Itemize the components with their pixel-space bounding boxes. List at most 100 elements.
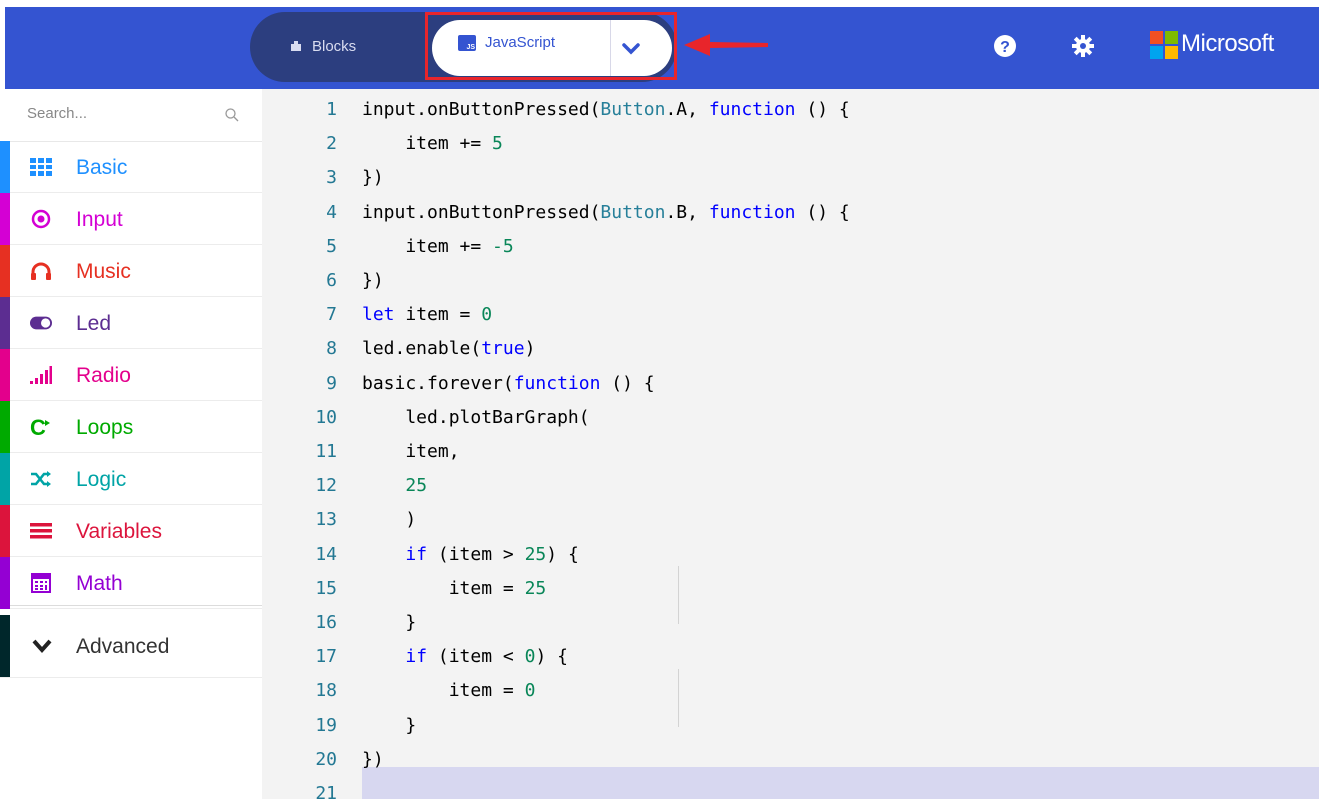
category-music[interactable]: Music [0, 245, 262, 297]
category-label: Radio [76, 364, 131, 387]
line-number: 2 [326, 133, 337, 155]
code-text: if (item < 0) { [405, 646, 568, 668]
category-label: Input [76, 208, 123, 231]
microsoft-brand-text[interactable]: Microsoft [1181, 30, 1274, 58]
category-loops[interactable]: C Loops [0, 401, 262, 453]
category-input[interactable]: Input [0, 193, 262, 245]
line-number: 18 [315, 680, 337, 702]
microsoft-logo-icon [1150, 31, 1178, 59]
code-line[interactable]: 17 if (item < 0) { [262, 640, 1319, 674]
code-line[interactable]: 8 led.enable(true) [262, 332, 1319, 366]
code-line[interactable]: 12 25 [262, 469, 1319, 503]
code-text: item += -5 [362, 235, 514, 257]
code-line[interactable]: 19 } [262, 709, 1319, 743]
code-line[interactable]: 5 item += -5 [262, 230, 1319, 264]
line-number: 10 [315, 406, 337, 428]
category-logic[interactable]: Logic [0, 453, 262, 505]
code-line[interactable]: 21 [262, 777, 1319, 811]
code-line[interactable]: 6}) [262, 264, 1319, 298]
code-line[interactable]: 18 item = 0 [262, 674, 1319, 708]
category-label: Basic [76, 156, 128, 179]
line-number: 13 [315, 509, 337, 531]
svg-text:C: C [30, 417, 46, 437]
category-math[interactable]: Math [0, 557, 262, 609]
javascript-tab-label: JavaScript [485, 34, 556, 51]
code-line[interactable]: 1 input.onButtonPressed(Button.A, functio… [262, 93, 1319, 127]
help-icon[interactable]: ? [993, 34, 1017, 58]
code-line[interactable]: 9 basic.forever(function () { [262, 367, 1319, 401]
grid-icon [30, 156, 52, 178]
code-text: item, [362, 441, 460, 462]
code-text: ) [362, 509, 417, 531]
code-line[interactable]: 16 } [262, 606, 1319, 640]
line-number: 17 [315, 646, 337, 668]
code-text: item = 0 [362, 680, 536, 702]
svg-text:?: ? [1000, 39, 1010, 56]
line-number: 9 [326, 372, 337, 394]
language-dropdown-button[interactable] [618, 36, 644, 60]
code-text: }) [362, 270, 384, 291]
code-line[interactable]: 13 ) [262, 503, 1319, 537]
category-advanced[interactable]: Advanced [0, 615, 262, 678]
category-color-bar [0, 193, 10, 245]
signal-bars-icon [30, 364, 52, 386]
category-color-bar [0, 557, 10, 609]
code-text: } [362, 612, 417, 633]
code-line[interactable]: 10 led.plotBarGraph( [262, 401, 1319, 435]
list-icon [30, 520, 52, 542]
line-number: 12 [315, 475, 337, 497]
category-color-bar [0, 615, 10, 677]
top-menu-bar: Blocks JavaScript ? Microsoft [0, 0, 1319, 89]
gear-icon[interactable] [1071, 34, 1095, 58]
code-line[interactable]: 14 if (item > 25) { [262, 538, 1319, 572]
code-text: input.onButtonPressed(Button.A, function… [362, 99, 850, 120]
code-line[interactable]: 15 item = 25 [262, 572, 1319, 606]
code-line[interactable]: 3}) [262, 161, 1319, 195]
code-text: 25 [405, 475, 428, 497]
category-variables[interactable]: Variables [0, 505, 262, 557]
code-line[interactable]: 7 let item = 0 [262, 298, 1319, 332]
javascript-tab-content[interactable]: JavaScript [458, 34, 555, 51]
code-text: item = 25 [362, 577, 547, 599]
category-label: Advanced [76, 635, 170, 658]
search-icon[interactable] [224, 107, 240, 123]
toggle-icon [30, 312, 52, 334]
chevron-down-icon [32, 639, 52, 654]
code-line[interactable]: 4 input.onButtonPressed(Button.B, functio… [262, 196, 1319, 230]
line-number: 1 [326, 99, 337, 120]
category-label: Loops [76, 416, 134, 439]
category-color-bar [0, 505, 10, 557]
javascript-icon [458, 34, 476, 51]
code-text: let item = 0 [362, 304, 493, 326]
search-input[interactable]: Search... [27, 105, 87, 122]
line-number: 5 [326, 235, 337, 257]
code-line[interactable]: 11 item, [262, 435, 1319, 469]
line-number: 16 [315, 612, 337, 633]
code-text: led.plotBarGraph( [362, 406, 590, 428]
code-text: } [362, 714, 417, 736]
category-color-bar [0, 297, 10, 349]
line-number: 19 [315, 714, 337, 736]
category-basic[interactable]: Basic [0, 141, 262, 193]
category-led[interactable]: Led [0, 297, 262, 349]
line-number: 3 [326, 167, 337, 189]
code-text: basic.forever(function () { [362, 372, 655, 394]
category-color-bar [0, 349, 10, 401]
code-text: if (item > 25) { [405, 543, 579, 565]
line-number: 15 [315, 577, 337, 599]
line-number: 20 [315, 748, 337, 770]
line-number: 8 [326, 338, 337, 360]
code-line[interactable]: 20}) [262, 743, 1319, 777]
category-color-bar [0, 245, 10, 297]
category-radio[interactable]: Radio [0, 349, 262, 401]
code-text: item += 5 [362, 133, 503, 155]
line-number: 7 [326, 304, 337, 326]
puzzle-icon [291, 41, 301, 51]
code-editor[interactable]: 1 input.onButtonPressed(Button.A, functio… [262, 89, 1319, 804]
category-label: Music [76, 260, 131, 283]
line-number: 4 [326, 201, 337, 223]
blocks-tab[interactable]: Blocks [288, 34, 356, 58]
toolbox-search[interactable]: Search... [0, 89, 262, 142]
code-line[interactable]: 2 item += 5 [262, 127, 1319, 161]
tab-divider [610, 20, 611, 76]
